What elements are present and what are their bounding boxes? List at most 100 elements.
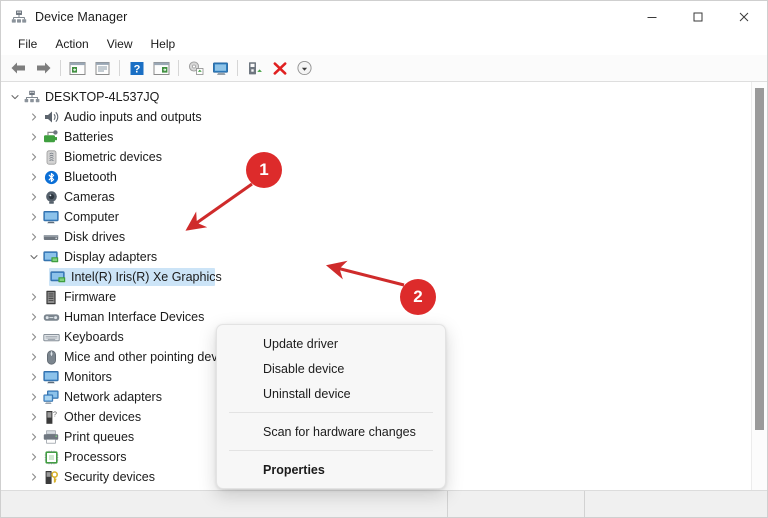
enable-device-icon[interactable] (242, 57, 267, 79)
chevron-right-icon[interactable] (26, 313, 42, 321)
vertical-scrollbar[interactable] (751, 82, 767, 490)
tree-row-batteries[interactable]: Batteries (1, 127, 751, 147)
disk-drive-icon (42, 229, 60, 245)
tree-row-bluetooth[interactable]: Bluetooth (1, 167, 751, 187)
chevron-right-icon[interactable] (26, 433, 42, 441)
show-hide-console-tree-icon[interactable] (65, 57, 90, 79)
chevron-right-icon[interactable] (26, 153, 42, 161)
printer-icon (42, 429, 60, 445)
maximize-icon[interactable] (675, 1, 721, 33)
chevron-right-icon[interactable] (26, 333, 42, 341)
tree-label-network-adapters: Network adapters (64, 390, 162, 404)
tree-row-display-adapters[interactable]: Display adapters (1, 247, 751, 267)
tree-label-root: DESKTOP-4L537JQ (45, 90, 160, 104)
context-menu-separator (229, 450, 433, 451)
content-area: DESKTOP-4L537JQ Audio inputs and outputs (1, 82, 767, 490)
title-bar: Device Manager (1, 1, 767, 33)
battery-icon (42, 129, 60, 145)
chevron-right-icon[interactable] (26, 133, 42, 141)
chevron-right-icon[interactable] (26, 413, 42, 421)
status-bar-main (1, 491, 448, 517)
window-controls (629, 1, 767, 33)
back-icon[interactable] (6, 57, 31, 79)
chevron-right-icon[interactable] (26, 353, 42, 361)
scan-for-hardware-changes-icon[interactable] (208, 57, 233, 79)
tree-label-processors: Processors (64, 450, 127, 464)
menu-view[interactable]: View (98, 35, 142, 53)
camera-icon (42, 189, 60, 205)
menu-item-update-driver[interactable]: Update driver (217, 331, 445, 356)
chevron-right-icon[interactable] (26, 473, 42, 481)
tree-label-intel-iris-xe-graphics: Intel(R) Iris(R) Xe Graphics (71, 270, 222, 284)
bluetooth-icon (42, 169, 60, 185)
window-title: Device Manager (35, 10, 128, 24)
tree-row-audio[interactable]: Audio inputs and outputs (1, 107, 751, 127)
update-driver-icon[interactable] (183, 57, 208, 79)
chevron-down-icon[interactable] (7, 93, 23, 101)
menu-item-scan-for-hardware-changes[interactable]: Scan for hardware changes (217, 419, 445, 444)
tree-label-mice: Mice and other pointing devi (64, 350, 221, 364)
menu-action[interactable]: Action (46, 35, 97, 53)
display-adapter-icon (42, 249, 60, 265)
chevron-right-icon[interactable] (26, 293, 42, 301)
status-bar (1, 490, 767, 517)
uninstall-device-icon[interactable] (267, 57, 292, 79)
chevron-right-icon[interactable] (26, 193, 42, 201)
add-legacy-hardware-icon[interactable] (292, 57, 317, 79)
chevron-down-icon[interactable] (26, 253, 42, 261)
help-icon[interactable]: ? (124, 57, 149, 79)
annotation-badge-1: 1 (246, 152, 282, 188)
menu-item-properties[interactable]: Properties (217, 457, 445, 482)
chevron-right-icon[interactable] (26, 453, 42, 461)
tree-row-root[interactable]: DESKTOP-4L537JQ (1, 87, 751, 107)
close-icon[interactable] (721, 1, 767, 33)
chevron-right-icon[interactable] (26, 373, 42, 381)
minimize-icon[interactable] (629, 1, 675, 33)
tree-label-computer: Computer (64, 210, 119, 224)
menu-item-uninstall-device[interactable]: Uninstall device (217, 381, 445, 406)
processor-icon (42, 449, 60, 465)
context-menu: Update driver Disable device Uninstall d… (216, 324, 446, 489)
menu-bar: File Action View Help (1, 33, 767, 55)
tree-row-biometric[interactable]: Biometric devices (1, 147, 751, 167)
toolbar-separator (178, 60, 179, 76)
chevron-right-icon[interactable] (26, 213, 42, 221)
tree-row-intel-iris-xe-graphics[interactable]: Intel(R) Iris(R) Xe Graphics (1, 267, 751, 287)
tree-label-monitors: Monitors (64, 370, 112, 384)
menu-help[interactable]: Help (142, 35, 185, 53)
display-adapter-icon (49, 269, 67, 285)
security-device-icon (42, 469, 60, 485)
toolbar-separator (60, 60, 61, 76)
tree-label-sensors: Sensors (64, 489, 110, 490)
scrollbar-thumb[interactable] (755, 88, 764, 430)
annotation-badge-2: 2 (400, 279, 436, 315)
context-menu-separator (229, 412, 433, 413)
show-hide-action-pane-icon[interactable] (149, 57, 174, 79)
toolbar: ? (1, 55, 767, 82)
tree-row-cameras[interactable]: Cameras (1, 187, 751, 207)
status-bar-section-1 (448, 491, 585, 517)
menu-item-disable-device[interactable]: Disable device (217, 356, 445, 381)
toolbar-separator (119, 60, 120, 76)
tree-label-firmware: Firmware (64, 290, 117, 304)
menu-file[interactable]: File (9, 35, 46, 53)
fingerprint-icon (42, 149, 60, 165)
forward-icon[interactable] (31, 57, 56, 79)
tree-label-batteries: Batteries (64, 130, 114, 144)
tree-row-computer[interactable]: Computer (1, 207, 751, 227)
properties-icon[interactable] (90, 57, 115, 79)
chevron-right-icon[interactable] (26, 233, 42, 241)
hid-icon (42, 309, 60, 325)
tree-label-print-queues: Print queues (64, 430, 135, 444)
chevron-right-icon[interactable] (26, 393, 42, 401)
svg-text:?: ? (53, 411, 57, 418)
title-bar-left: Device Manager (1, 9, 127, 25)
chevron-right-icon[interactable] (26, 113, 42, 121)
chevron-right-icon[interactable] (26, 173, 42, 181)
tree-row-firmware[interactable]: Firmware (1, 287, 751, 307)
tree-row-disk-drives[interactable]: Disk drives (1, 227, 751, 247)
tree-label-security-devices: Security devices (64, 470, 156, 484)
tree-label-cameras: Cameras (64, 190, 115, 204)
tree-label-audio: Audio inputs and outputs (64, 110, 202, 124)
tree-label-hid: Human Interface Devices (64, 310, 205, 324)
